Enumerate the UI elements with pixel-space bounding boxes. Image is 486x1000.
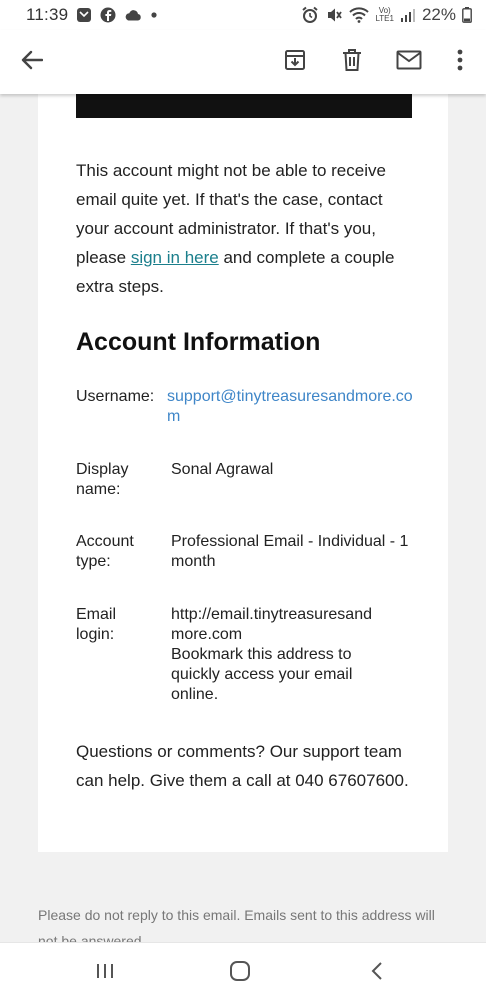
account-type-value: Professional Email - Individual - 1 mont… bbox=[171, 533, 409, 570]
recent-apps-icon bbox=[95, 962, 115, 985]
home-button[interactable] bbox=[225, 960, 255, 987]
username-value[interactable]: support@tinytreasuresandmore.com bbox=[167, 387, 417, 427]
home-icon bbox=[229, 960, 251, 987]
more-options-button[interactable] bbox=[442, 44, 478, 80]
display-name-value: Sonal Agrawal bbox=[171, 461, 274, 478]
no-reply-footer: Please do not reply to this email. Email… bbox=[38, 907, 435, 942]
mute-icon bbox=[325, 6, 343, 24]
back-nav-button[interactable] bbox=[362, 961, 392, 985]
archive-button[interactable] bbox=[277, 44, 313, 80]
recent-apps-button[interactable] bbox=[90, 961, 120, 985]
username-label: Username: bbox=[76, 388, 155, 405]
support-paragraph: Questions or comments? Our support team … bbox=[76, 742, 409, 790]
sign-in-here-link[interactable]: sign in here bbox=[131, 248, 219, 267]
volte-indicator: Vo) LTE1 bbox=[375, 7, 394, 23]
battery-percent: 22% bbox=[421, 5, 456, 24]
email-login-label: Email login: bbox=[76, 606, 117, 643]
mark-unread-button[interactable] bbox=[391, 44, 427, 80]
lte-label: LTE1 bbox=[375, 14, 394, 23]
back-button[interactable] bbox=[14, 44, 50, 80]
email-login-url[interactable]: http://email.tinytreasuresandmore.com bbox=[171, 605, 381, 645]
more-vert-icon bbox=[457, 49, 463, 76]
archive-icon bbox=[283, 48, 307, 77]
gallery-notification-icon bbox=[76, 7, 92, 23]
mark-unread-icon bbox=[396, 50, 422, 75]
account-type-label: Account type: bbox=[76, 533, 134, 570]
delete-button[interactable] bbox=[334, 44, 370, 80]
back-arrow-icon bbox=[21, 50, 44, 75]
wifi-icon bbox=[349, 7, 370, 23]
email-header-bar bbox=[76, 94, 412, 118]
email-body[interactable]: This account might not be able to receiv… bbox=[0, 94, 486, 942]
system-nav-bar bbox=[0, 942, 486, 1000]
email-card: This account might not be able to receiv… bbox=[38, 94, 448, 852]
more-notifications-dot-icon bbox=[150, 11, 158, 19]
battery-icon bbox=[462, 7, 472, 23]
signal-icon bbox=[400, 8, 416, 22]
status-bar: 11:39 Vo) LTE1 22% bbox=[0, 0, 486, 30]
back-chevron-icon bbox=[370, 961, 384, 986]
email-login-note: Bookmark this address to quickly access … bbox=[171, 646, 353, 703]
app-bar bbox=[0, 30, 486, 94]
cloud-icon bbox=[124, 8, 142, 22]
delete-icon bbox=[341, 48, 363, 77]
display-name-label: Display name: bbox=[76, 461, 129, 498]
facebook-icon bbox=[100, 7, 116, 23]
status-time: 11:39 bbox=[26, 5, 69, 24]
alarm-icon bbox=[301, 6, 319, 24]
account-information-heading: Account Information bbox=[76, 328, 321, 356]
account-notice-paragraph: This account might not be able to receiv… bbox=[76, 156, 412, 301]
